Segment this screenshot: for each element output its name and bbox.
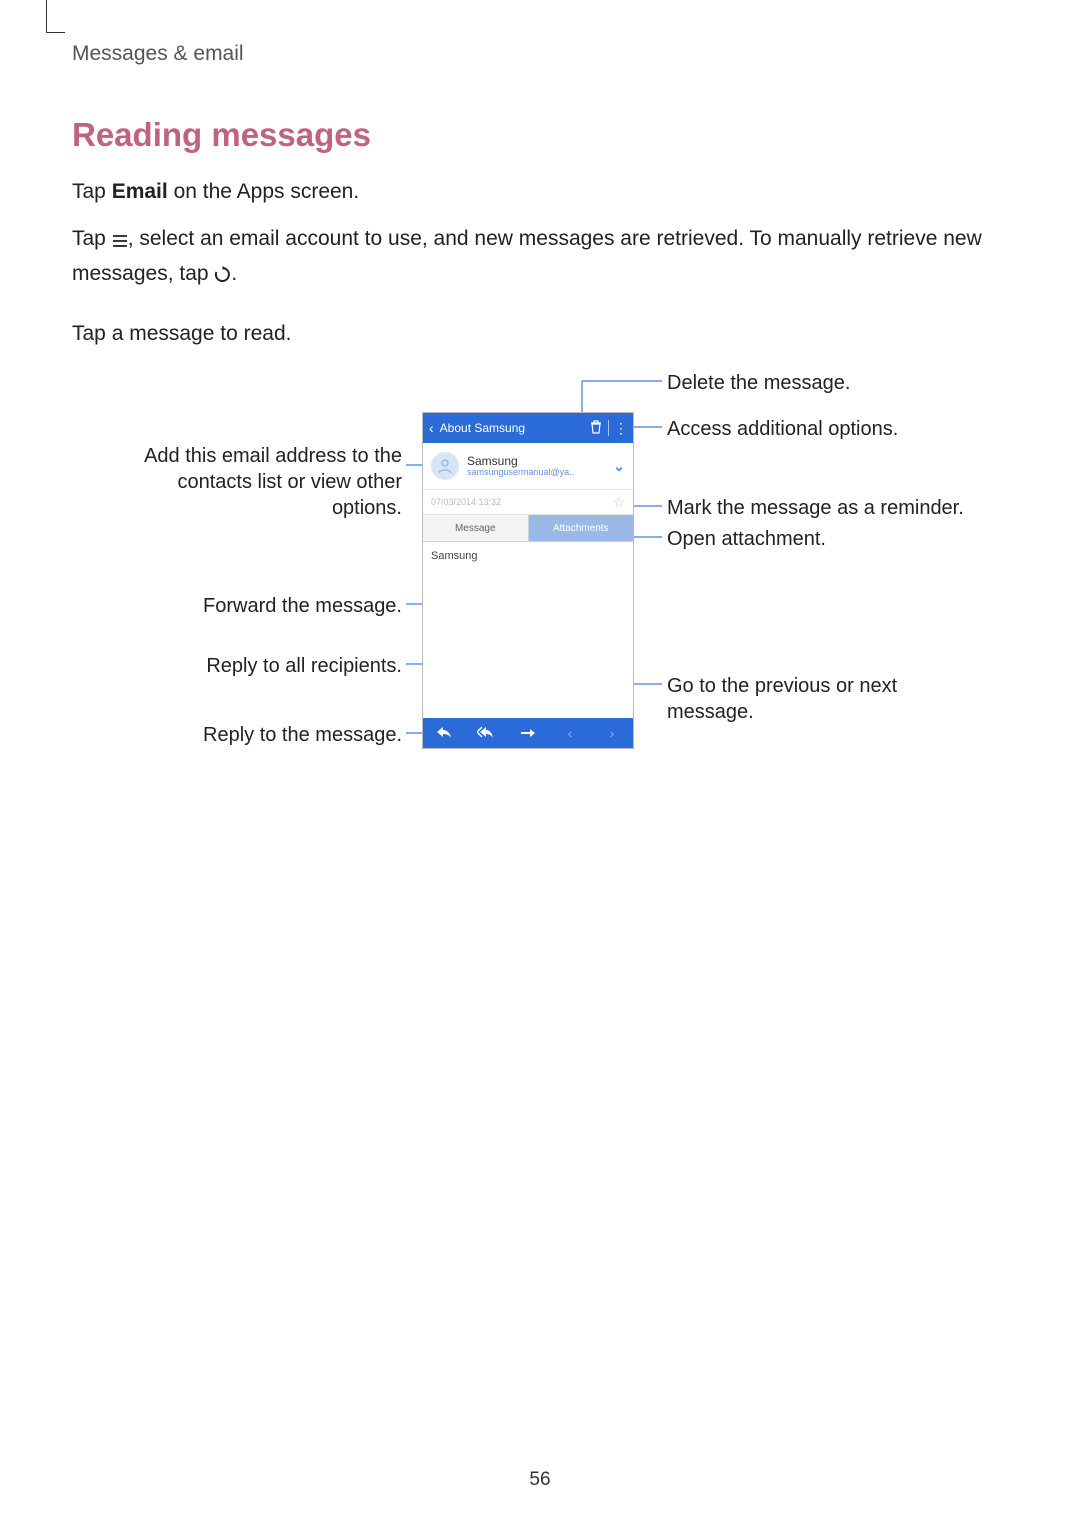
text: Tap [72, 227, 112, 250]
paragraph-2: Tap , select an email account to use, an… [72, 223, 1008, 294]
callout-reply: Reply to the message. [203, 722, 402, 748]
callout-options: Access additional options. [667, 416, 898, 442]
prev-icon[interactable]: ‹ [549, 725, 591, 741]
app-titlebar: ‹ About Samsung ⋮ [423, 413, 633, 443]
paragraph-1: Tap Email on the Apps screen. [72, 176, 1008, 209]
trash-icon[interactable] [584, 420, 608, 437]
chevron-down-icon[interactable]: ⌄ [613, 458, 625, 475]
next-icon[interactable]: › [591, 725, 633, 741]
reply-icon[interactable] [423, 725, 465, 741]
text: . [231, 262, 237, 285]
section-heading: Reading messages [72, 116, 1008, 154]
back-icon[interactable]: ‹ [423, 420, 440, 436]
sender-address: samsungusermanual@ya.. [467, 468, 605, 478]
annotated-screenshot: Delete the message. Access additional op… [72, 368, 1008, 768]
refresh-icon [214, 261, 231, 294]
forward-icon[interactable] [507, 725, 549, 741]
avatar-icon [431, 452, 459, 480]
tab-attachments[interactable]: Attachments [529, 515, 634, 541]
text: , select an email account to use, and ne… [72, 227, 982, 286]
callout-add-contact: Add this email address to the contacts l… [142, 443, 402, 521]
tabs: Message Attachments [423, 515, 633, 542]
sender-name: Samsung [467, 455, 605, 468]
message-date: 07/03/2014 13:32 [431, 497, 501, 507]
callout-reply-all: Reply to all recipients. [206, 653, 402, 679]
bold-email: Email [112, 180, 168, 203]
titlebar-text: About Samsung [440, 421, 584, 435]
reply-all-icon[interactable] [465, 725, 507, 741]
callout-reminder: Mark the message as a reminder. [667, 495, 964, 521]
crop-mark [46, 0, 65, 33]
breadcrumb: Messages & email [72, 42, 1008, 66]
menu-icon [112, 226, 128, 259]
tab-message[interactable]: Message [423, 515, 529, 541]
callout-delete: Delete the message. [667, 370, 850, 396]
sender-row[interactable]: Samsung samsungusermanual@ya.. ⌄ [423, 443, 633, 490]
callout-attachment: Open attachment. [667, 526, 826, 552]
page-number: 56 [0, 1469, 1080, 1491]
text: on the Apps screen. [168, 180, 359, 203]
email-app-screenshot: ‹ About Samsung ⋮ Samsung samsunguserman… [422, 412, 634, 749]
meta-row: 07/03/2014 13:32 ☆ [423, 490, 633, 515]
text: Tap [72, 180, 112, 203]
star-icon[interactable]: ☆ [612, 494, 625, 511]
callout-forward: Forward the message. [203, 593, 402, 619]
paragraph-3: Tap a message to read. [72, 318, 1008, 351]
more-icon[interactable]: ⋮ [609, 420, 633, 437]
callout-prev-next: Go to the previous or next message. [667, 673, 937, 725]
bottom-toolbar: ‹ › [423, 718, 633, 748]
message-body: Samsung [423, 542, 633, 708]
